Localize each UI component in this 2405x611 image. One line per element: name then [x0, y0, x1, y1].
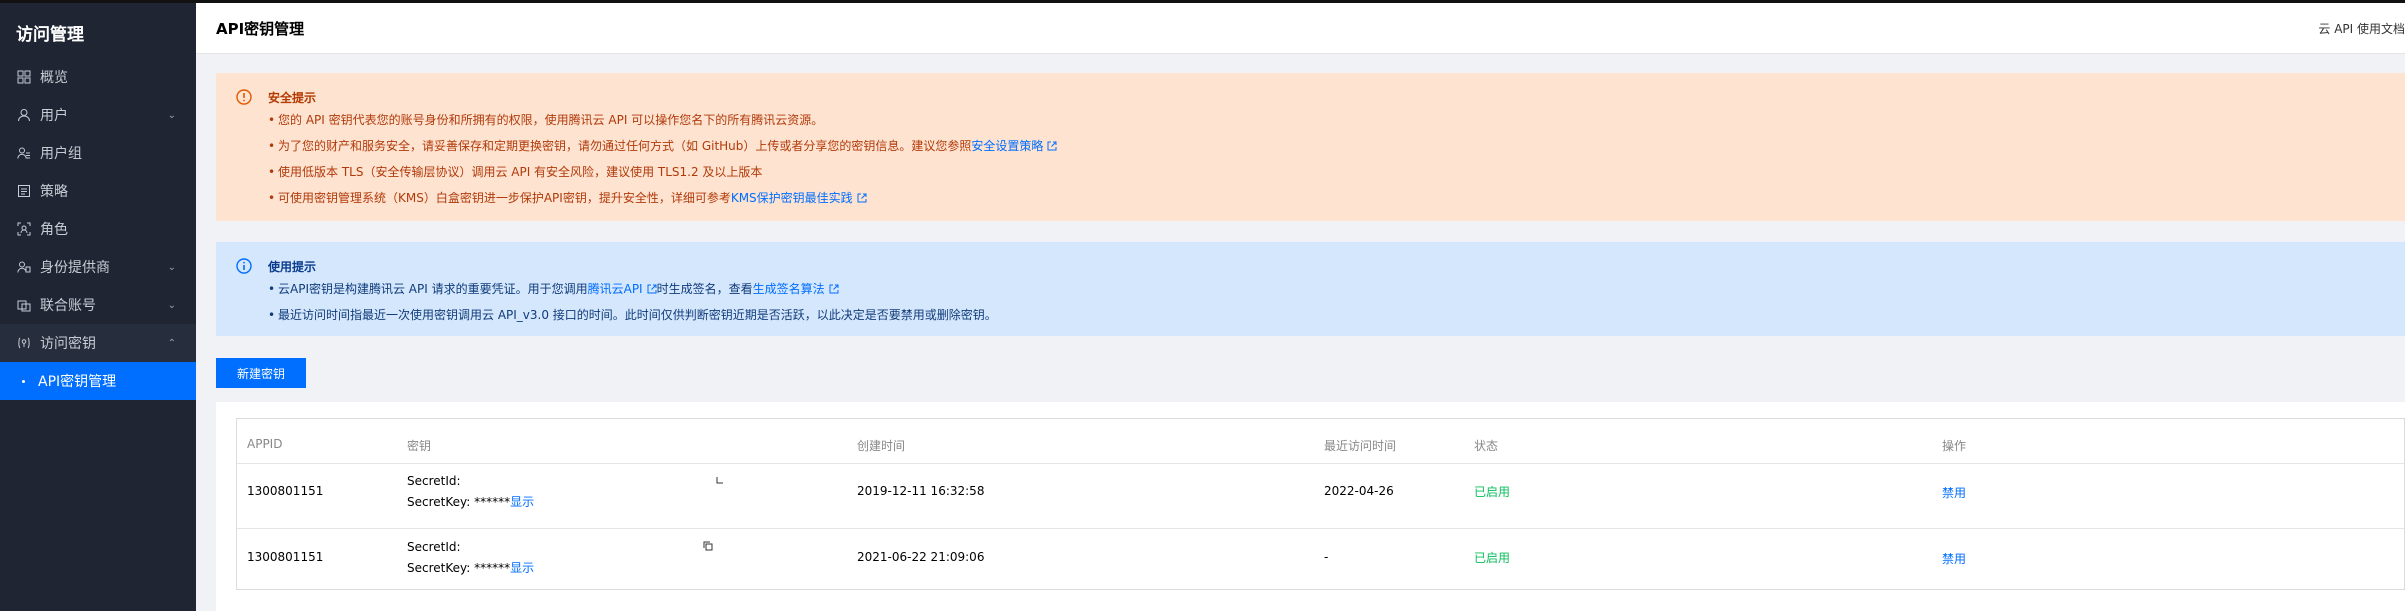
tencent-cloud-api-link[interactable]: 腾讯云API — [588, 282, 643, 296]
sidebar-item-overview[interactable]: 概览 — [0, 58, 196, 96]
warning-icon — [236, 89, 252, 105]
sidebar-item-api-key-management[interactable]: API密钥管理 — [0, 362, 196, 400]
grid-icon — [16, 69, 32, 85]
appid-cell: 1300801151 — [247, 484, 324, 498]
sidebar-item-label: API密钥管理 — [38, 374, 117, 390]
secret-key-label: SecretKey: ****** — [407, 561, 511, 575]
alert-text: 为了您的财产和服务安全，请妥善保存和定期更换密钥，请勿通过任何方式（如 GitH… — [278, 139, 972, 153]
keys-table-card: APPID 密钥 创建时间 最近访问时间 状态 操作 1300801151 Se… — [216, 402, 2405, 611]
column-header-created: 创建时间 — [857, 439, 906, 453]
disable-button[interactable]: 禁用 — [1942, 550, 1966, 567]
sidebar-item-identity-providers[interactable]: 身份提供商 ⌄ — [0, 248, 196, 286]
keys-table: APPID 密钥 创建时间 最近访问时间 状态 操作 1300801151 Se… — [236, 418, 2405, 590]
list-item: 使用低版本 TLS（安全传输层协议）调用云 API 有安全风险，建议使用 TLS… — [268, 161, 1057, 187]
sidebar-item-label: 访问密钥 — [40, 336, 96, 352]
sidebar-item-users[interactable]: 用户 ⌄ — [0, 96, 196, 134]
page-title: API密钥管理 — [216, 19, 305, 38]
sidebar-title: 访问管理 — [16, 25, 84, 45]
copy-icon[interactable] — [715, 476, 725, 486]
kms-best-practice-link[interactable]: KMS保护密钥最佳实践 — [731, 191, 853, 205]
sidebar-item-federated-accounts[interactable]: 联合账号 ⌄ — [0, 286, 196, 324]
federated-account-icon — [16, 297, 32, 313]
alert-text: 云API密钥是构建腾讯云 API 请求的重要凭证。用于您调用 — [278, 282, 588, 296]
disable-button[interactable]: 禁用 — [1942, 484, 1966, 501]
api-doc-link[interactable]: 云 API 使用文档 — [2318, 20, 2405, 37]
show-secret-link[interactable]: 显示 — [510, 561, 534, 575]
sidebar-item-label: 概览 — [40, 70, 68, 86]
page-header: API密钥管理 云 API 使用文档 — [196, 3, 2405, 54]
security-alert-heading: 安全提示 — [268, 91, 317, 105]
key-icon — [16, 335, 32, 351]
alert-text: 可使用密钥管理系统（KMS）白盒密钥进一步保护API密钥，提升安全性，详细可参考 — [278, 191, 731, 205]
user-icon — [16, 107, 32, 123]
signature-algorithm-link[interactable]: 生成签名算法 — [753, 282, 825, 296]
usage-alert: 使用提示 云API密钥是构建腾讯云 API 请求的重要凭证。用于您调用腾讯云AP… — [216, 242, 2405, 336]
external-link-icon — [857, 193, 867, 203]
status-badge: 已启用 — [1474, 551, 1511, 565]
show-secret-link[interactable]: 显示 — [510, 495, 534, 509]
column-header-key: 密钥 — [407, 439, 432, 453]
alert-text: 您的 API 密钥代表您的账号身份和所拥有的权限，使用腾讯云 API 可以操作您… — [278, 113, 824, 127]
column-header-last-access: 最近访问时间 — [1324, 439, 1397, 453]
security-alert-list: 您的 API 密钥代表您的账号身份和所拥有的权限，使用腾讯云 API 可以操作您… — [268, 109, 1057, 213]
user-group-icon — [16, 145, 32, 161]
policy-icon — [16, 183, 32, 199]
created-time-cell: 2019-12-11 16:32:58 — [857, 484, 985, 498]
secret-id-label: SecretId: — [407, 474, 461, 488]
alert-text: 使用低版本 TLS（安全传输层协议）调用云 API 有安全风险，建议使用 TLS… — [278, 165, 763, 179]
sidebar-item-roles[interactable]: 角色 — [0, 210, 196, 248]
secret-key-cell: SecretKey: ******显示 — [407, 493, 534, 510]
created-time-cell: 2021-06-22 21:09:06 — [857, 550, 985, 564]
secret-key-label: SecretKey: ****** — [407, 495, 511, 509]
new-key-button[interactable]: 新建密钥 — [216, 358, 306, 388]
sidebar: 访问管理 概览 用户 ⌄ 用户组 策略 角色 身份提供商 ⌄ 联合账号 ⌄ 访问… — [0, 0, 2405, 611]
column-header-appid: APPID — [247, 437, 283, 451]
external-link-icon — [829, 284, 839, 294]
chevron-down-icon: ⌄ — [167, 299, 176, 311]
list-item: 为了您的财产和服务安全，请妥善保存和定期更换密钥，请勿通过任何方式（如 GitH… — [268, 135, 1057, 161]
sidebar-item-label: 联合账号 — [40, 298, 96, 314]
appid-cell: 1300801151 — [247, 550, 324, 564]
list-item: 云API密钥是构建腾讯云 API 请求的重要凭证。用于您调用腾讯云API 时生成签… — [268, 278, 997, 304]
chevron-up-icon: ⌃ — [167, 337, 176, 349]
sidebar-item-label: 用户 — [40, 108, 68, 124]
sidebar-item-access-keys[interactable]: 访问密钥 ⌃ — [0, 324, 196, 362]
secret-id-label: SecretId: — [407, 540, 461, 554]
chevron-down-icon: ⌄ — [167, 109, 176, 121]
secret-key-cell: SecretKey: ******显示 — [407, 559, 534, 576]
security-policy-link[interactable]: 安全设置策略 — [971, 139, 1043, 153]
sidebar-item-user-groups[interactable]: 用户组 — [0, 134, 196, 172]
list-item: 您的 API 密钥代表您的账号身份和所拥有的权限，使用腾讯云 API 可以操作您… — [268, 109, 1057, 135]
alert-text: 最近访问时间指最近一次使用密钥调用云 API_v3.0 接口的时间。此时间仅供判… — [278, 308, 997, 322]
usage-alert-heading: 使用提示 — [268, 260, 317, 274]
active-dot — [22, 379, 25, 383]
info-icon — [236, 258, 252, 274]
external-link-icon — [647, 284, 657, 294]
usage-alert-list: 云API密钥是构建腾讯云 API 请求的重要凭证。用于您调用腾讯云API 时生成签… — [268, 278, 997, 330]
column-header-status: 状态 — [1474, 439, 1499, 453]
column-header-action: 操作 — [1942, 439, 1967, 453]
role-icon — [16, 221, 32, 237]
identity-provider-icon — [16, 259, 32, 275]
sidebar-item-policies[interactable]: 策略 — [0, 172, 196, 210]
sidebar-item-label: 角色 — [40, 222, 68, 238]
row-divider — [237, 528, 2404, 529]
status-badge: 已启用 — [1474, 485, 1511, 499]
chevron-down-icon: ⌄ — [167, 261, 176, 273]
sidebar-item-label: 用户组 — [40, 146, 82, 162]
row-divider — [237, 463, 2404, 464]
copy-icon[interactable] — [703, 541, 713, 551]
list-item: 最近访问时间指最近一次使用密钥调用云 API_v3.0 接口的时间。此时间仅供判… — [268, 304, 997, 330]
list-item: 可使用密钥管理系统（KMS）白盒密钥进一步保护API密钥，提升安全性，详细可参考… — [268, 187, 1057, 213]
external-link-icon — [1047, 141, 1057, 151]
sidebar-item-label: 策略 — [40, 184, 68, 200]
last-access-cell: - — [1324, 550, 1329, 564]
last-access-cell: 2022-04-26 — [1324, 484, 1394, 498]
alert-text: 时生成签名，查看 — [656, 282, 753, 296]
sidebar-item-label: 身份提供商 — [40, 260, 110, 276]
security-alert: 安全提示 您的 API 密钥代表您的账号身份和所拥有的权限，使用腾讯云 API … — [216, 73, 2405, 221]
